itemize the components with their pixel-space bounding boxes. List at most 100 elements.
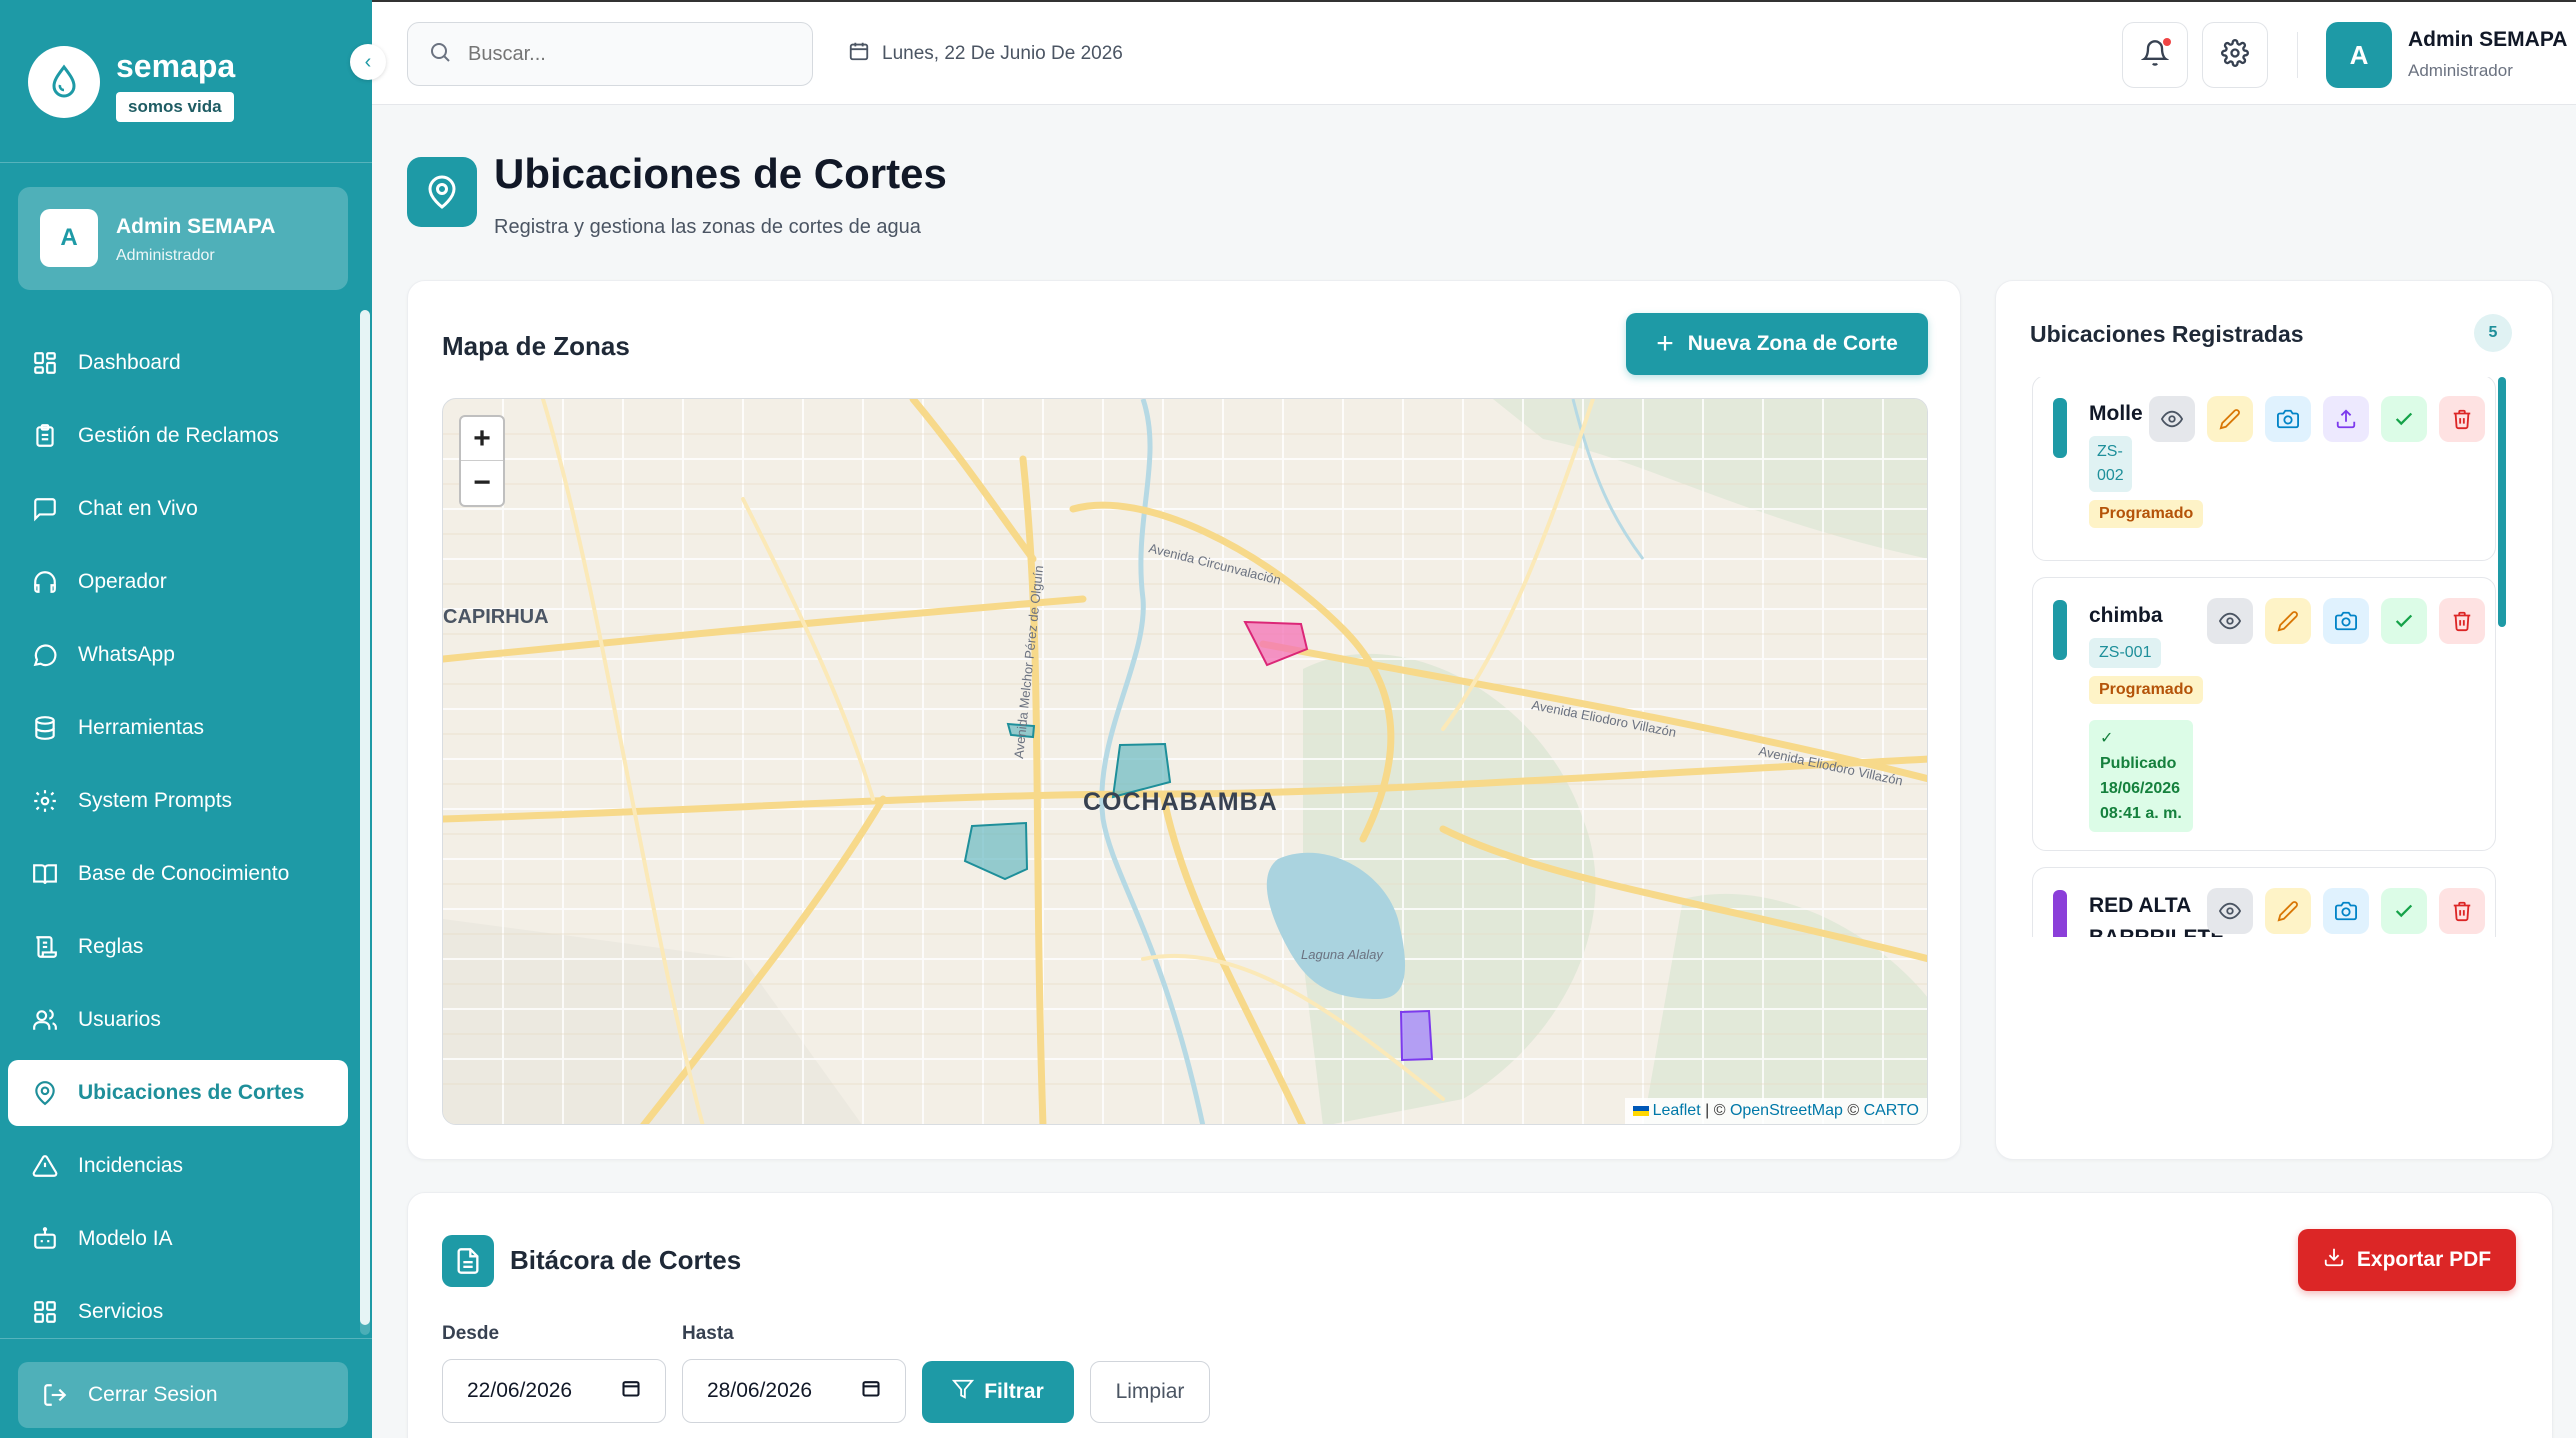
zone-color-bar: [2053, 398, 2067, 458]
map-pin-icon: [407, 157, 477, 227]
sidebar-item-whatsapp[interactable]: WhatsApp: [8, 622, 348, 688]
trash-icon: [2453, 901, 2471, 922]
bot-icon: [30, 1224, 60, 1254]
sidebar-item-label: Herramientas: [78, 716, 205, 739]
attribution-separator: | ©: [1700, 1102, 1730, 1119]
sidebar-item-usuarios[interactable]: Usuarios: [8, 987, 348, 1053]
search-input[interactable]: [468, 42, 788, 66]
photo-zone-button[interactable]: [2265, 396, 2311, 442]
sidebar-user-card[interactable]: A Admin SEMAPA Administrador: [18, 187, 348, 290]
sidebar-item-incidencias[interactable]: Incidencias: [8, 1133, 348, 1199]
grid-icon: [30, 1297, 60, 1327]
zone-item[interactable]: chimba ZS-001 Programado ✓ Publicado 18/…: [2032, 577, 2496, 851]
topbar: Lunes, 22 De Junio De 2026 A Admin SEMAP…: [372, 0, 2576, 105]
logout-button[interactable]: Cerrar Sesion: [18, 1362, 348, 1428]
avatar: A: [40, 209, 98, 267]
collapse-sidebar-button[interactable]: ‹: [350, 44, 386, 80]
filter-icon: [952, 1378, 975, 1406]
plus-icon: +: [1656, 327, 1674, 360]
sidebar-scrollbar-thumb[interactable]: [360, 310, 370, 1325]
zone-polygon[interactable]: [963, 821, 1029, 881]
map-tiles: COCHABAMBA CAPIRHUA Avenida Circunvalaci…: [443, 399, 1927, 1124]
avatar[interactable]: A: [2326, 22, 2392, 88]
delete-zone-button[interactable]: [2439, 396, 2485, 442]
carto-link[interactable]: CARTO: [1864, 1102, 1919, 1119]
sidebar-item-herramientas[interactable]: Herramientas: [8, 695, 348, 761]
clear-button[interactable]: Limpiar: [1090, 1361, 1210, 1423]
delete-zone-button[interactable]: [2439, 598, 2485, 644]
sidebar-item-base-conocimiento[interactable]: Base de Conocimiento: [8, 841, 348, 907]
map-label-city: COCHABAMBA: [1083, 788, 1278, 816]
map-label-lake: Laguna Alalay: [1301, 947, 1384, 962]
sidebar-item-dashboard[interactable]: Dashboard: [8, 330, 348, 396]
osm-link[interactable]: OpenStreetMap: [1730, 1102, 1843, 1119]
sidebar-item-servicios[interactable]: Servicios: [8, 1279, 348, 1345]
leaflet-link[interactable]: Leaflet: [1653, 1102, 1701, 1119]
sidebar-item-modelo-ia[interactable]: Modelo IA: [8, 1206, 348, 1272]
search-box[interactable]: [407, 22, 813, 86]
status-badge: Programado: [2089, 500, 2204, 528]
sidebar-item-label: Modelo IA: [78, 1227, 173, 1250]
edit-zone-button[interactable]: [2207, 396, 2253, 442]
current-date: Lunes, 22 De Junio De 2026: [848, 40, 1123, 68]
brand-name: semapa: [116, 48, 236, 84]
edit-zone-button[interactable]: [2265, 598, 2311, 644]
page-subtitle: Registra y gestiona las zonas de cortes …: [494, 216, 921, 238]
view-zone-button[interactable]: [2149, 396, 2195, 442]
map-attribution: Leaflet | © OpenStreetMap © CARTO: [1624, 1098, 1927, 1124]
sidebar-item-system-prompts[interactable]: System Prompts: [8, 768, 348, 834]
topbar-divider: [2297, 32, 2298, 78]
from-date-field[interactable]: 22/06/2026: [442, 1359, 666, 1423]
sidebar-item-reglas[interactable]: Reglas: [8, 914, 348, 980]
sidebar-item-ubicaciones-cortes[interactable]: Ubicaciones de Cortes: [8, 1060, 348, 1126]
zone-name: chimba: [2089, 604, 2163, 627]
search-icon: [428, 40, 452, 69]
complete-zone-button[interactable]: [2381, 598, 2427, 644]
sidebar-item-operador[interactable]: Operador: [8, 549, 348, 615]
zone-polygon[interactable]: [1399, 1009, 1434, 1062]
sidebar-item-chat[interactable]: Chat en Vivo: [8, 476, 348, 542]
brand[interactable]: semapa somos vida: [28, 46, 348, 136]
pencil-icon: [2277, 611, 2298, 632]
filter-button[interactable]: Filtrar: [922, 1361, 1074, 1423]
current-date-text: Lunes, 22 De Junio De 2026: [882, 43, 1123, 64]
view-zone-button[interactable]: [2207, 888, 2253, 934]
settings-button[interactable]: [2202, 22, 2268, 88]
complete-zone-button[interactable]: [2381, 888, 2427, 934]
check-icon: [2395, 614, 2413, 628]
notification-dot: [2163, 38, 2171, 46]
zone-item[interactable]: RED ALTABARRRILETE: [2032, 867, 2496, 937]
sidebar-item-label: Usuarios: [78, 1008, 161, 1031]
brand-tagline: somos vida: [116, 92, 234, 122]
view-zone-button[interactable]: [2207, 598, 2253, 644]
sidebar-item-label: Gestión de Reclamos: [78, 424, 279, 447]
warning-icon: [30, 1151, 60, 1181]
photo-zone-button[interactable]: [2323, 598, 2369, 644]
to-date-field[interactable]: 28/06/2026: [682, 1359, 906, 1423]
delete-zone-button[interactable]: [2439, 888, 2485, 934]
photo-zone-button[interactable]: [2323, 888, 2369, 934]
zoom-in-button[interactable]: +: [461, 417, 503, 461]
sidebar-item-label: Operador: [78, 570, 167, 593]
edit-zone-button[interactable]: [2265, 888, 2311, 934]
calendar-icon[interactable]: [861, 1378, 881, 1404]
page-title: Ubicaciones de Cortes: [494, 150, 947, 197]
status-badge: Programado: [2089, 676, 2204, 704]
user-name: Admin SEMAPA: [116, 215, 276, 238]
complete-zone-button[interactable]: [2381, 396, 2427, 442]
export-pdf-button[interactable]: Exportar PDF: [2298, 1229, 2516, 1291]
zoom-out-button[interactable]: −: [461, 461, 503, 505]
zone-item[interactable]: Molle ZS- 002 Programado: [2032, 377, 2496, 561]
scroll-icon: [30, 932, 60, 962]
map-label-district: CAPIRHUA: [443, 606, 549, 628]
camera-icon: [2335, 901, 2357, 921]
notifications-button[interactable]: [2122, 22, 2188, 88]
publish-zone-button[interactable]: [2323, 396, 2369, 442]
whatsapp-icon: [30, 640, 60, 670]
sidebar-item-reclamos[interactable]: Gestión de Reclamos: [8, 403, 348, 469]
zones-list-card: Ubicaciones Registradas 5 Molle ZS- 002 P…: [1995, 280, 2553, 1160]
calendar-icon[interactable]: [621, 1378, 641, 1404]
map-card-title: Mapa de Zonas: [442, 331, 630, 361]
zone-map[interactable]: COCHABAMBA CAPIRHUA Avenida Circunvalaci…: [442, 398, 1928, 1125]
new-zone-button[interactable]: + Nueva Zona de Corte: [1626, 313, 1928, 375]
